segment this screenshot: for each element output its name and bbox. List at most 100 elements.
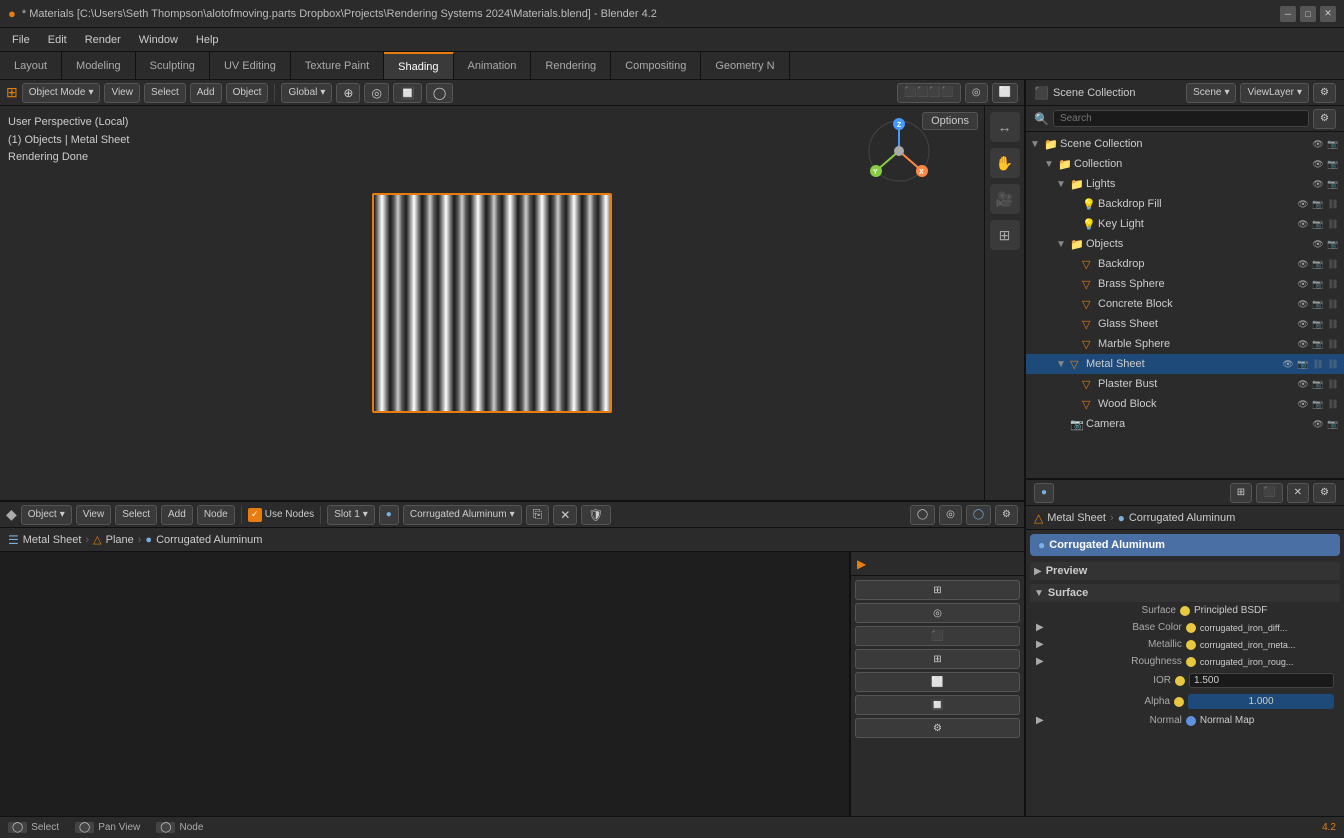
- tree-glass-sheet[interactable]: ▽ Glass Sheet 👁 📷 ⛓: [1026, 314, 1344, 334]
- node-copy-btn[interactable]: ⎘: [526, 505, 550, 525]
- node-pin-btn[interactable]: ◯: [910, 505, 935, 525]
- cam-eye[interactable]: 👁: [1311, 417, 1325, 431]
- base-color-expand[interactable]: ▶: [1036, 622, 1044, 633]
- l-eye[interactable]: 👁: [1311, 177, 1325, 191]
- viewport-tool-2[interactable]: ✋: [990, 148, 1020, 178]
- tree-key-light[interactable]: 💡 Key Light 👁 📷 ⛓: [1026, 214, 1344, 234]
- collection-filter-btn[interactable]: ⚙: [1313, 83, 1336, 103]
- node-node-btn[interactable]: Node: [197, 505, 235, 525]
- menu-window[interactable]: Window: [131, 32, 186, 48]
- ms-render[interactable]: 📷: [1311, 337, 1325, 351]
- metallic-expand[interactable]: ▶: [1036, 639, 1044, 650]
- overlay-btn[interactable]: ◎: [965, 83, 988, 103]
- props-icon-2[interactable]: ⊞: [1230, 483, 1252, 503]
- xray-btn[interactable]: ⬜: [992, 83, 1018, 103]
- c-render[interactable]: 📷: [1326, 157, 1340, 171]
- bs-constraint[interactable]: ⛓: [1326, 277, 1340, 291]
- view-btn[interactable]: View: [104, 83, 140, 103]
- gs-render[interactable]: 📷: [1311, 317, 1325, 331]
- node-select-btn[interactable]: Select: [115, 505, 157, 525]
- np-tool-5[interactable]: ⬜: [855, 672, 1020, 692]
- tab-compositing[interactable]: Compositing: [611, 52, 701, 79]
- tree-brass-sphere[interactable]: ▽ Brass Sphere 👁 📷 ⛓: [1026, 274, 1344, 294]
- cb-constraint[interactable]: ⛓: [1326, 297, 1340, 311]
- props-icon-4[interactable]: ✕: [1287, 483, 1309, 503]
- sc-eye[interactable]: 👁: [1311, 137, 1325, 151]
- global-dropdown[interactable]: Global ▾: [281, 83, 332, 103]
- add-btn[interactable]: Add: [190, 83, 222, 103]
- node-view-btn[interactable]: View: [76, 505, 112, 525]
- back-render[interactable]: 📷: [1311, 257, 1325, 271]
- maximize-button[interactable]: □: [1300, 6, 1316, 22]
- tab-layout[interactable]: Layout: [0, 52, 62, 79]
- o-render[interactable]: 📷: [1326, 237, 1340, 251]
- menu-help[interactable]: Help: [188, 32, 227, 48]
- tree-concrete-block[interactable]: ▽ Concrete Block 👁 📷 ⛓: [1026, 294, 1344, 314]
- menu-file[interactable]: File: [4, 32, 38, 48]
- preview-header[interactable]: ▶ Preview: [1030, 562, 1340, 580]
- tree-camera[interactable]: 📷 Camera 👁 📷: [1026, 414, 1344, 434]
- ms-constraint[interactable]: ⛓: [1326, 337, 1340, 351]
- metallic-value[interactable]: corrugated_iron_meta...: [1200, 640, 1334, 650]
- gs-constraint[interactable]: ⛓: [1326, 317, 1340, 331]
- sc-render[interactable]: 📷: [1326, 137, 1340, 151]
- tree-marble-sphere[interactable]: ▽ Marble Sphere 👁 📷 ⛓: [1026, 334, 1344, 354]
- roughness-value[interactable]: corrugated_iron_roug...: [1200, 657, 1334, 667]
- np-tool-6[interactable]: 🔲: [855, 695, 1020, 715]
- tree-backdrop-fill[interactable]: 💡 Backdrop Fill 👁 📷 ⛓: [1026, 194, 1344, 214]
- tree-arrow-msh[interactable]: ▼: [1056, 359, 1068, 370]
- tree-metal-sheet[interactable]: ▼ ▽ Metal Sheet 👁 📷 ⛓ ⛓: [1026, 354, 1344, 374]
- tree-arrow-o[interactable]: ▼: [1056, 239, 1068, 250]
- tab-rendering[interactable]: Rendering: [531, 52, 611, 79]
- node-object-dropdown[interactable]: Object ▾: [21, 505, 72, 525]
- options-button[interactable]: Options: [922, 112, 978, 130]
- bf-eye[interactable]: 👁: [1296, 197, 1310, 211]
- breadcrumb-metal-sheet[interactable]: Metal Sheet: [23, 534, 82, 546]
- node-tools-btn[interactable]: ⚙: [995, 505, 1018, 525]
- props-icon-5[interactable]: ⚙: [1313, 483, 1336, 503]
- bs-render[interactable]: 📷: [1311, 277, 1325, 291]
- node-material-name[interactable]: Corrugated Aluminum ▾: [403, 505, 522, 525]
- node-overlay-btn[interactable]: ◎: [939, 505, 962, 525]
- tree-arrow-l[interactable]: ▼: [1056, 179, 1068, 190]
- np-tool-2[interactable]: ◎: [855, 603, 1020, 623]
- use-nodes-toggle[interactable]: ✓ Use Nodes: [248, 508, 314, 522]
- node-unlink-btn[interactable]: ✕: [553, 505, 577, 525]
- msh-extra[interactable]: ⛓: [1326, 357, 1340, 371]
- viewport-tool-3[interactable]: 🎥: [990, 184, 1020, 214]
- proportional-icon[interactable]: ◯: [426, 83, 453, 103]
- ior-value[interactable]: [1189, 673, 1334, 688]
- bf-constraint[interactable]: ⛓: [1326, 197, 1340, 211]
- pb-eye[interactable]: 👁: [1296, 377, 1310, 391]
- c-eye[interactable]: 👁: [1311, 157, 1325, 171]
- tree-backdrop[interactable]: ▽ Backdrop 👁 📷 ⛓: [1026, 254, 1344, 274]
- select-btn[interactable]: Select: [144, 83, 186, 103]
- msh-constraint[interactable]: ⛓: [1311, 357, 1325, 371]
- base-color-value[interactable]: corrugated_iron_diff...: [1200, 623, 1334, 633]
- wb-eye[interactable]: 👁: [1296, 397, 1310, 411]
- cam-render[interactable]: 📷: [1326, 417, 1340, 431]
- tab-sculpting[interactable]: Sculpting: [136, 52, 210, 79]
- l-render[interactable]: 📷: [1326, 177, 1340, 191]
- pb-constraint[interactable]: ⛓: [1326, 377, 1340, 391]
- node-add-btn[interactable]: Add: [161, 505, 193, 525]
- breadcrumb-plane[interactable]: Plane: [106, 534, 134, 546]
- alpha-value[interactable]: 1.000: [1188, 694, 1334, 709]
- viewport-tool-1[interactable]: ↔: [990, 112, 1020, 142]
- snap-icon[interactable]: 🔲: [393, 83, 422, 103]
- ms-eye[interactable]: 👁: [1296, 337, 1310, 351]
- kl-render[interactable]: 📷: [1311, 217, 1325, 231]
- node-material-icon[interactable]: ●: [379, 505, 399, 525]
- msh-render[interactable]: 📷: [1296, 357, 1310, 371]
- props-icon-1[interactable]: ●: [1034, 483, 1054, 503]
- surface-header[interactable]: ▼ Surface: [1030, 584, 1340, 602]
- tab-animation[interactable]: Animation: [454, 52, 532, 79]
- tree-arrow-c[interactable]: ▼: [1044, 159, 1056, 170]
- surface-type-value[interactable]: Principled BSDF: [1194, 605, 1334, 616]
- tree-wood-block[interactable]: ▽ Wood Block 👁 📷 ⛓: [1026, 394, 1344, 414]
- node-fake-user-btn[interactable]: 🛡: [581, 505, 610, 525]
- props-breadcrumb-mat[interactable]: Corrugated Aluminum: [1129, 512, 1235, 524]
- scene-dropdown[interactable]: Scene▾: [1186, 83, 1236, 103]
- kl-eye[interactable]: 👁: [1296, 217, 1310, 231]
- normal-expand[interactable]: ▶: [1036, 715, 1044, 726]
